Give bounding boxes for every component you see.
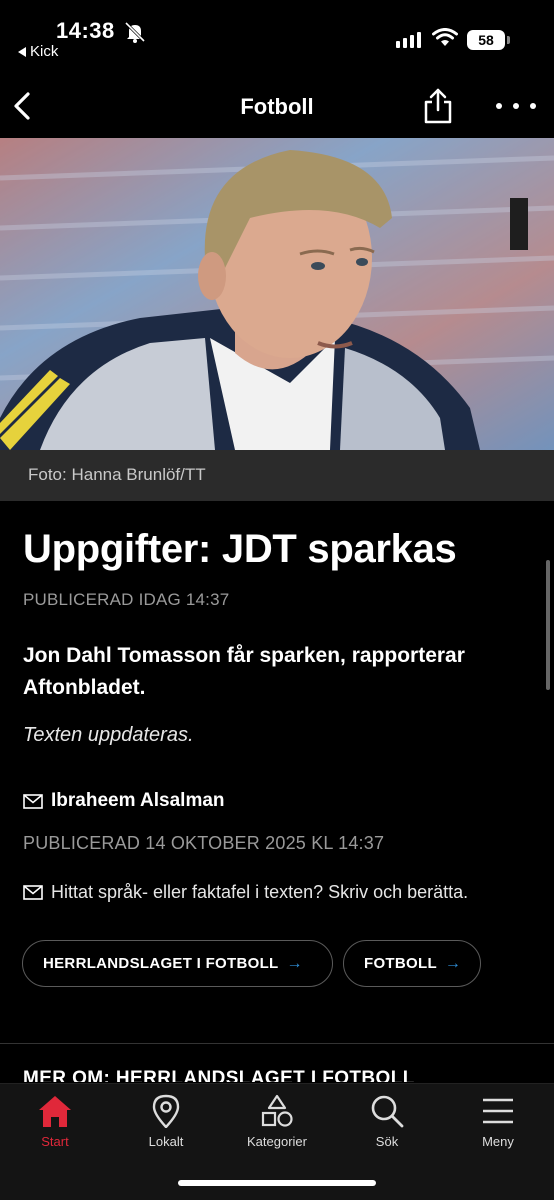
menu-icon <box>483 1098 513 1124</box>
update-note: Texten uppdateras. <box>23 724 194 746</box>
tag-herrlandslaget-button[interactable]: HERRLANDSLAGET I FOTBOLL → <box>22 940 333 987</box>
tab-meny[interactable]: Meny <box>448 1094 548 1149</box>
categories-icon <box>261 1094 293 1127</box>
mail-icon <box>23 793 43 809</box>
page-title: Fotboll <box>240 94 314 119</box>
bell-muted-icon <box>124 21 146 43</box>
tag-fotboll-button[interactable]: FOTBOLL → <box>343 940 481 987</box>
status-bar: 14:38 Kick 58 <box>0 0 554 70</box>
article-lead: Jon Dahl Tomasson får sparken, rapporter… <box>23 644 465 699</box>
back-triangle-icon <box>18 46 26 57</box>
battery-indicator: 58 <box>467 30 510 50</box>
tab-label: Start <box>41 1134 69 1149</box>
published-time: PUBLICERAD IDAG 14:37 <box>23 590 230 609</box>
search-icon <box>371 1095 404 1128</box>
tab-label: Lokalt <box>148 1134 184 1149</box>
more-options-icon[interactable] <box>496 94 536 118</box>
status-time: 14:38 <box>56 18 115 43</box>
arrow-right-icon: → <box>286 954 303 972</box>
more-about-heading: MER OM: HERRLANDSLAGET I FOTBOLL <box>23 1068 415 1082</box>
tag-label: HERRLANDSLAGET I FOTBOLL <box>43 955 279 972</box>
tag-label: FOTBOLL <box>364 955 437 972</box>
author-link[interactable]: Ibraheem Alsalman <box>23 790 225 812</box>
tab-sok[interactable]: Sök <box>337 1094 437 1149</box>
navigation-bar: Fotboll <box>0 74 554 138</box>
home-indicator[interactable] <box>178 1180 376 1186</box>
tab-label: Meny <box>482 1134 514 1149</box>
section-divider <box>0 1043 554 1044</box>
location-pin-icon <box>152 1094 180 1128</box>
published-full-date: PUBLICERAD 14 OKTOBER 2025 KL 14:37 <box>23 833 385 853</box>
back-app-label: Kick <box>30 43 59 60</box>
tab-label: Kategorier <box>247 1134 307 1149</box>
share-icon[interactable] <box>420 86 456 126</box>
tab-lokalt[interactable]: Lokalt <box>116 1094 216 1149</box>
report-error-link[interactable]: Hittat språk- eller faktafel i texten? S… <box>23 882 468 903</box>
photo-caption-bar: Foto: Hanna Brunlöf/TT <box>0 450 554 501</box>
tab-kategorier[interactable]: Kategorier <box>227 1094 327 1149</box>
tab-label: Sök <box>375 1134 399 1149</box>
arrow-right-icon: → <box>444 954 462 972</box>
photo-credit: Foto: Hanna Brunlöf/TT <box>28 465 206 484</box>
scrollbar[interactable] <box>546 560 550 690</box>
tab-start[interactable]: Start <box>5 1094 105 1149</box>
cellular-signal-icon <box>396 30 421 48</box>
home-icon <box>39 1096 71 1127</box>
report-error-label: Hittat språk- eller faktafel i texten? S… <box>51 882 469 902</box>
article-headline: Uppgifter: JDT sparkas <box>23 527 457 571</box>
mail-icon <box>23 885 43 900</box>
back-to-app-link[interactable]: Kick <box>18 43 58 60</box>
hero-image <box>0 138 554 450</box>
wifi-icon <box>432 28 458 46</box>
author-name: Ibraheem Alsalman <box>51 790 225 811</box>
